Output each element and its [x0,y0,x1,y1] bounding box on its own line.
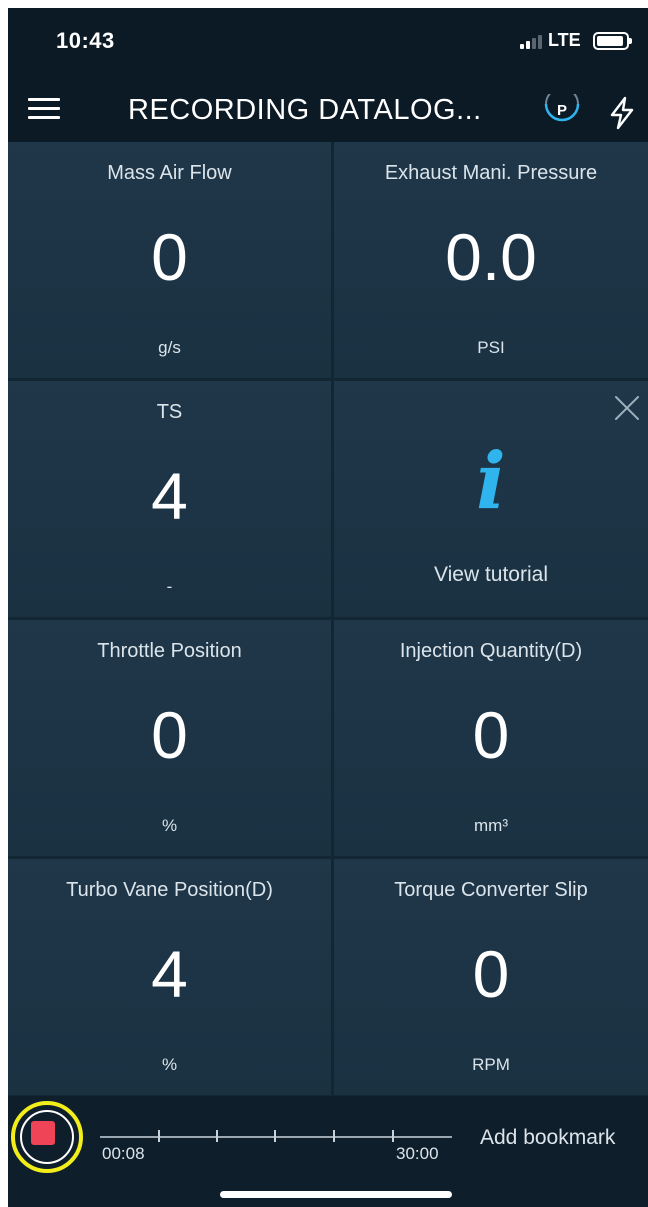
gauge-grid: Mass Air Flow 0 g/s Exhaust Mani. Pressu… [8,142,648,1096]
lightning-bolt-icon[interactable] [608,96,636,130]
gauge-unit: % [161,816,178,835]
gauge-value: 0 [472,937,510,1011]
gauge-unit: - [166,577,173,596]
gauge-tile-exhaust-pressure[interactable]: Exhaust Mani. Pressure 0.0 PSI [334,142,648,378]
gauge-value: 4 [151,459,188,533]
gauge-value: 0 [151,698,188,772]
profile-badge-letter: P [556,102,567,119]
close-icon[interactable] [614,395,640,421]
gauge-unit: % [161,1055,178,1074]
gauge-unit: mm³ [474,816,508,835]
gauge-tile-torque-converter-slip[interactable]: Torque Converter Slip 0 RPM [334,859,648,1095]
gauge-tile-injection-quantity[interactable]: Injection Quantity(D) 0 mm³ [334,620,648,856]
gauge-tile-turbo-vane-position[interactable]: Turbo Vane Position(D) 4 % [8,859,331,1095]
recording-timeline[interactable] [100,1136,452,1138]
timeline-tick [216,1130,218,1142]
timeline-tick [333,1130,335,1142]
gauge-label: Exhaust Mani. Pressure [384,162,598,184]
gauge-label: Mass Air Flow [107,162,232,184]
timeline-tick [392,1130,394,1142]
gauge-unit: PSI [477,338,505,357]
gauge-tile-throttle-position[interactable]: Throttle Position 0 % [8,620,331,856]
gauge-label: Throttle Position [97,640,242,662]
gauge-value: 0 [151,220,188,294]
gauge-tile-ts[interactable]: TS 4 - [8,381,331,617]
timeline-tick [158,1130,160,1142]
elapsed-time: 00:08 [102,1144,145,1163]
phone-screen: 10:43 LTE RECORDING DATALOG... P Mass Ai… [8,8,648,1207]
gauge-label: Turbo Vane Position(D) [66,879,273,901]
stop-recording-button[interactable] [11,1101,83,1173]
status-time: 10:43 [56,28,115,53]
gauge-label: TS [156,401,183,423]
network-type: LTE [548,30,581,50]
gauge-value: 0 [472,698,510,772]
tutorial-tile: i View tutorial [334,381,648,617]
timeline-tick [274,1130,276,1142]
hamburger-menu-icon[interactable] [28,98,60,120]
page-title: RECORDING DATALOG... [128,94,482,126]
recording-duration: 30:00 [396,1144,439,1163]
home-indicator[interactable] [220,1191,452,1198]
gauge-value: 0.0 [445,220,537,294]
profile-badge-button[interactable]: P [540,94,584,128]
view-tutorial-link[interactable]: View tutorial [334,563,648,587]
status-bar: 10:43 LTE [8,8,648,78]
gauge-tile-mass-air-flow[interactable]: Mass Air Flow 0 g/s [8,142,331,378]
stop-icon [31,1121,55,1145]
gauge-unit: RPM [472,1055,510,1074]
gauge-label: Torque Converter Slip [394,879,588,901]
cellular-signal-icon [520,35,542,49]
add-bookmark-button[interactable]: Add bookmark [480,1126,615,1150]
gauge-label: Injection Quantity(D) [399,640,583,662]
gauge-value: 4 [151,937,188,1011]
battery-icon [593,32,632,50]
app-bar: RECORDING DATALOG... P [8,78,648,142]
gauge-unit: g/s [158,338,181,357]
info-icon[interactable]: i [334,443,648,521]
